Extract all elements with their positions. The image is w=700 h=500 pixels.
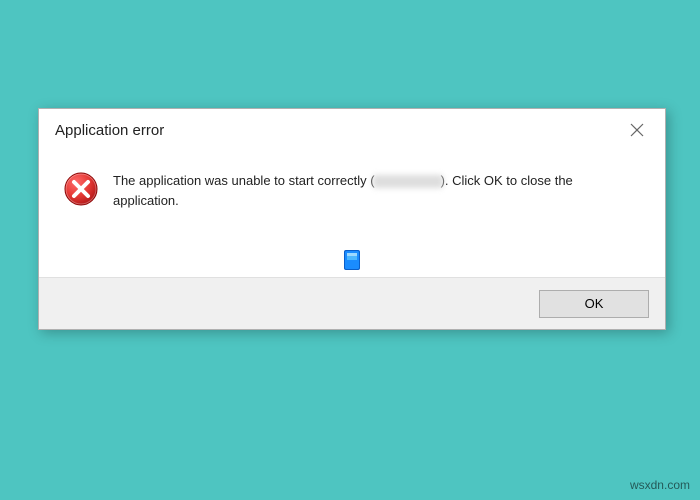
- logo-icon: [339, 247, 365, 273]
- ok-button[interactable]: OK: [539, 290, 649, 318]
- titlebar: Application error: [39, 109, 665, 151]
- close-button[interactable]: [617, 114, 657, 146]
- error-icon: [63, 171, 99, 212]
- error-message: The application was unable to start corr…: [113, 169, 641, 210]
- dialog-title: Application error: [55, 122, 164, 139]
- error-dialog: Application error: [38, 108, 666, 330]
- dialog-content: The application was unable to start corr…: [39, 151, 665, 222]
- message-prefix: The application was unable to start corr…: [113, 173, 375, 188]
- error-code-redacted: [373, 175, 443, 188]
- close-icon: [630, 123, 644, 137]
- watermark-text: wsxdn.com: [630, 478, 690, 492]
- button-bar: OK: [39, 277, 665, 329]
